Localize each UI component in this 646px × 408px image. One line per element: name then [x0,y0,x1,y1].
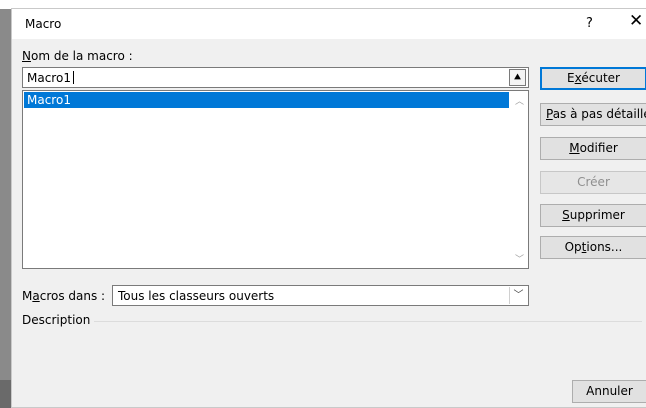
edit-button-accel: M [569,141,580,155]
scroll-down-icon[interactable]: ﹀ [515,252,524,265]
close-icon[interactable]: ✕ [629,13,643,30]
macros-in-select[interactable]: Tous les classeurs ouverts ﹀ [112,285,529,306]
macro-name-label: Nom de la macro : [22,49,133,63]
step-button-accel: P [546,107,553,121]
cancel-button[interactable]: Annuler [572,380,646,403]
macro-name-label-accel: N [22,49,31,63]
create-button[interactable]: Créer [540,171,646,194]
run-button-label-pre: E [567,71,575,85]
list-item[interactable]: Macro1 [24,92,509,108]
macros-in-label-post: cros dans : [39,289,106,303]
macros-in-value: Tous les classeurs ouverts [118,289,275,303]
options-button-label-post: ions... [586,240,623,254]
edit-button-label-post: odifier [579,141,618,155]
background-window [0,380,11,408]
delete-button-label-post: upprimer [569,208,625,222]
options-button-label-pre: Op [564,240,582,254]
macro-dialog: Macro ? ✕ Nom de la macro : Macro1 ⯅ Mac… [11,8,646,408]
delete-button-accel: S [562,208,570,222]
run-button[interactable]: Exécuter [540,67,646,90]
description-divider [94,321,642,322]
title-bar: Macro ? ✕ [12,9,646,39]
step-into-button[interactable]: Pas à pas détaillé [540,103,646,126]
create-button-label: Créer [577,175,610,189]
chevron-down-icon[interactable]: ﹀ [509,287,527,304]
scroll-up-icon[interactable]: ︿ [515,94,524,107]
macro-name-value[interactable]: Macro1 [27,71,71,85]
edit-button[interactable]: Modifier [540,137,646,160]
macros-in-label-pre: M [22,289,33,303]
delete-button[interactable]: Supprimer [540,204,646,227]
run-button-label-post: écuter [581,71,620,85]
cancel-button-label: Annuler [586,384,633,398]
macro-name-input[interactable]: Macro1 ⯅ [22,67,529,88]
options-button[interactable]: Options... [540,236,646,259]
help-button[interactable]: ? [586,16,593,31]
upload-icon[interactable]: ⯅ [509,69,526,86]
macros-in-label-accel: a [32,289,40,303]
step-button-label-post: as à pas détaillé [552,107,646,121]
list-scrollbar[interactable]: ︿ ﹀ [511,91,528,268]
macro-name-label-text: om de la macro : [30,49,133,63]
macro-list[interactable]: Macro1 ︿ ﹀ [22,90,529,269]
text-caret [73,71,74,84]
dialog-title: Macro [25,17,62,31]
description-label: Description [22,313,91,327]
macros-in-label: Macros dans : [22,289,105,303]
